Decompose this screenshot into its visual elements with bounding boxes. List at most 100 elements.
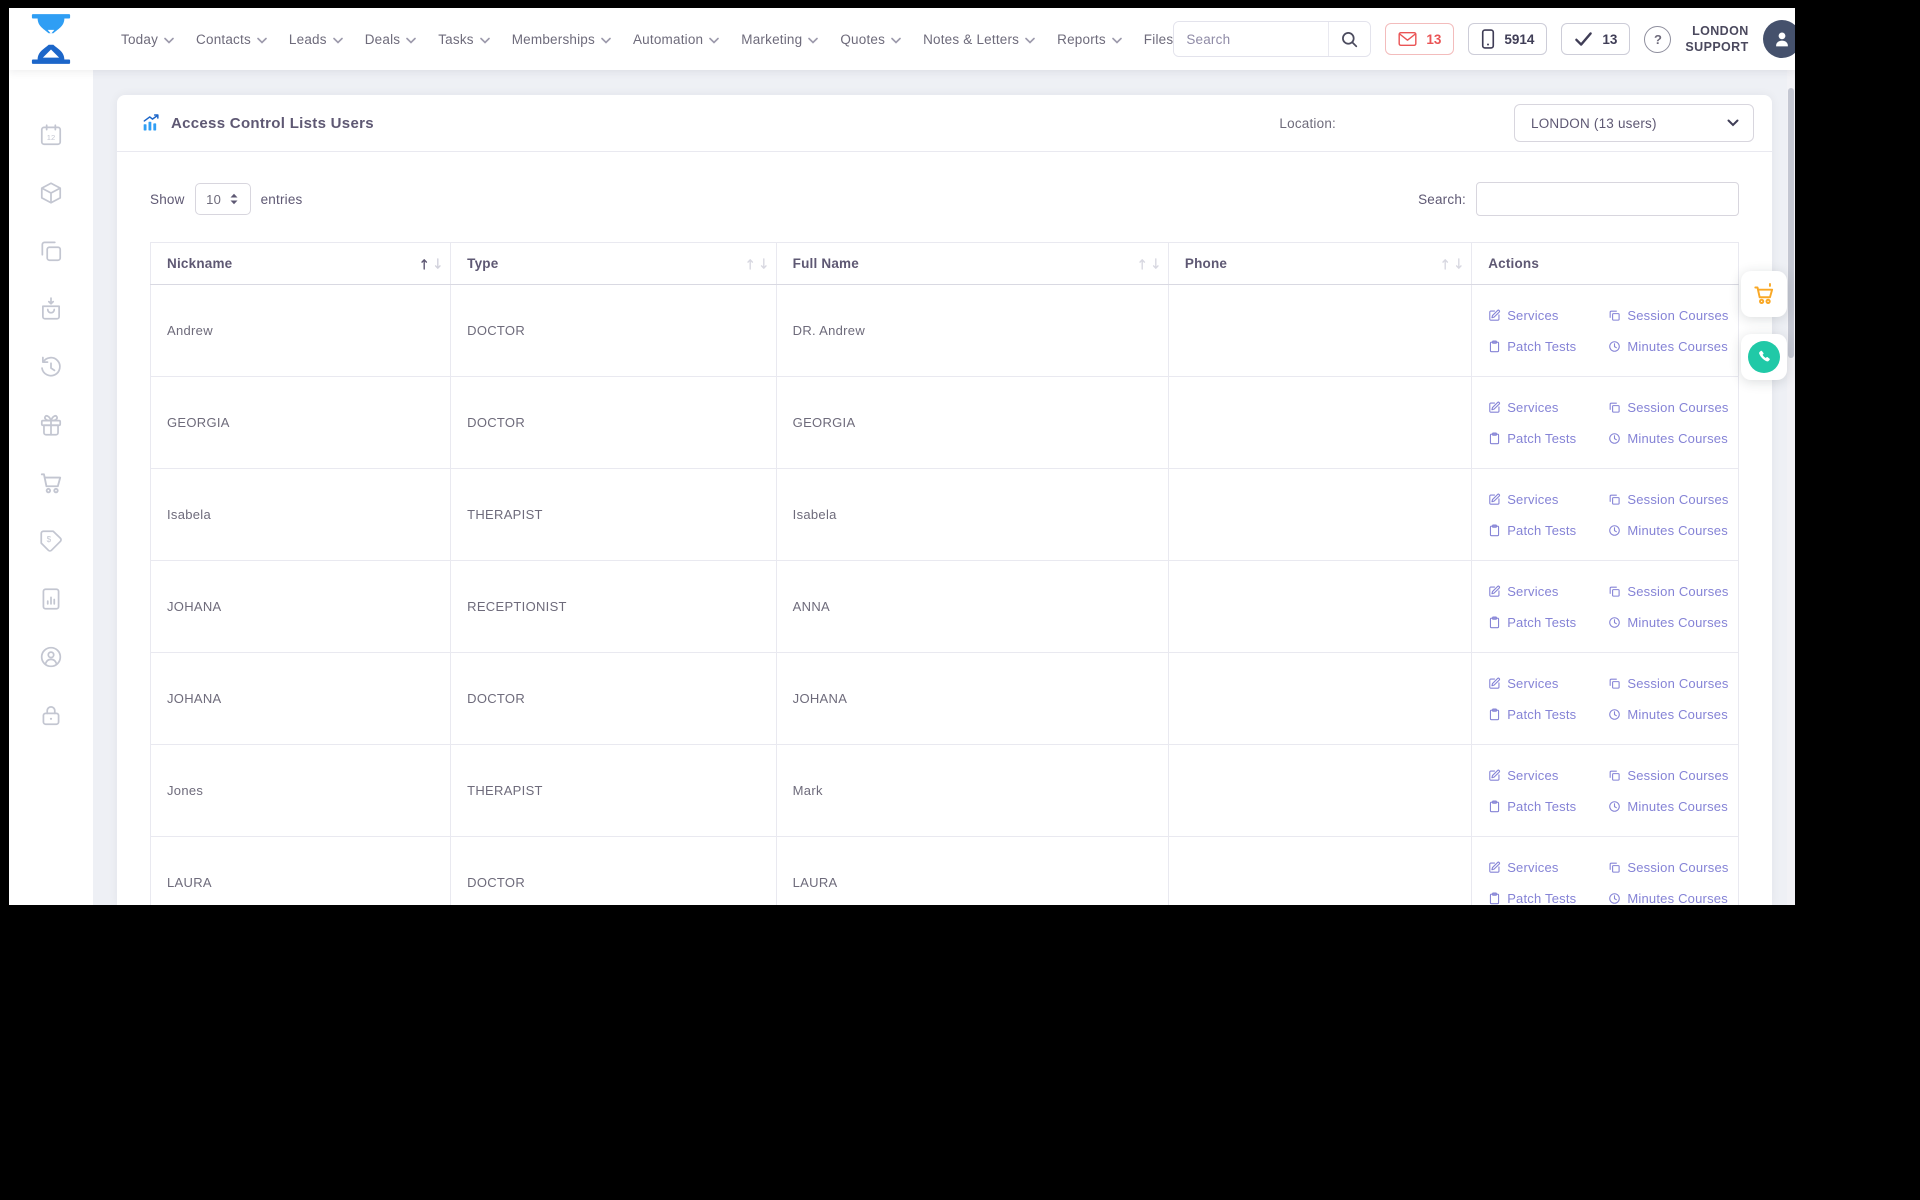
messages-badge[interactable]: 13 — [1385, 23, 1455, 55]
main-nav: Today Contacts Leads Deals Tasks Members… — [121, 32, 1173, 47]
scrollbar-thumb[interactable] — [1788, 88, 1794, 358]
svg-text:12: 12 — [47, 133, 55, 142]
user-avatar[interactable] — [1762, 20, 1795, 58]
services-link[interactable]: Services — [1488, 676, 1576, 691]
patch-tests-link[interactable]: Patch Tests — [1488, 431, 1576, 446]
sidebar-item-account[interactable] — [38, 644, 64, 670]
messages-count: 13 — [1426, 31, 1442, 47]
nav-marketing[interactable]: Marketing — [741, 32, 819, 47]
nav-reports[interactable]: Reports — [1057, 32, 1122, 47]
table-controls: Show 10 entries Search: — [117, 152, 1772, 242]
bag-arrow-icon — [42, 297, 60, 320]
column-header-type[interactable]: Type — [450, 242, 777, 285]
patch-tests-link[interactable]: Patch Tests — [1488, 339, 1576, 354]
minutes-courses-link[interactable]: Minutes Courses — [1608, 799, 1728, 814]
session-courses-link[interactable]: Session Courses — [1608, 492, 1728, 507]
tasks-count: 13 — [1602, 31, 1618, 47]
minutes-courses-link[interactable]: Minutes Courses — [1608, 615, 1728, 630]
services-link[interactable]: Services — [1488, 860, 1576, 875]
services-link[interactable]: Services — [1488, 768, 1576, 783]
minutes-courses-link[interactable]: Minutes Courses — [1608, 431, 1728, 446]
sidebar-item-calendar[interactable]: 12 — [38, 122, 64, 148]
whatsapp-icon — [1748, 341, 1780, 373]
session-courses-link[interactable]: Session Courses — [1608, 584, 1728, 599]
svg-text:$: $ — [47, 535, 52, 544]
page-size-select[interactable]: 10 — [194, 183, 251, 215]
chevron-down-icon — [709, 37, 720, 44]
show-label: Show — [150, 191, 185, 207]
nav-today[interactable]: Today — [121, 32, 174, 47]
nav-leads[interactable]: Leads — [289, 32, 343, 47]
patch-tests-link[interactable]: Patch Tests — [1488, 615, 1576, 630]
search-button[interactable] — [1328, 22, 1371, 56]
table-search-input[interactable] — [1476, 182, 1739, 216]
tasks-badge[interactable]: 13 — [1561, 23, 1631, 55]
nav-memberships[interactable]: Memberships — [512, 32, 611, 47]
sidebar-item-orders[interactable] — [38, 296, 64, 322]
app-logo[interactable] — [9, 14, 93, 64]
history-clock-icon — [41, 356, 61, 377]
minutes-courses-link[interactable]: Minutes Courses — [1608, 707, 1728, 722]
global-search-input[interactable] — [1174, 22, 1329, 56]
patch-tests-link[interactable]: Patch Tests — [1488, 523, 1576, 538]
session-courses-link[interactable]: Session Courses — [1608, 860, 1728, 875]
acl-users-card: Access Control Lists Users Location: LON… — [117, 95, 1772, 905]
sort-desc-icon — [1456, 257, 1462, 269]
sidebar-item-products[interactable] — [38, 180, 64, 206]
sidebar-item-duplicates[interactable] — [38, 238, 64, 264]
minutes-courses-link[interactable]: Minutes Courses — [1608, 891, 1728, 905]
location-select[interactable]: LONDON (13 users) — [1514, 104, 1754, 142]
column-header-actions: Actions — [1471, 242, 1739, 285]
session-courses-link[interactable]: Session Courses — [1608, 400, 1728, 415]
services-link[interactable]: Services — [1488, 492, 1576, 507]
minutes-courses-link[interactable]: Minutes Courses — [1608, 339, 1728, 354]
sidebar-item-pricing[interactable]: $ — [38, 528, 64, 554]
cell-type: DOCTOR — [450, 284, 777, 377]
cell-nickname: LAURA — [149, 836, 452, 905]
nav-notes-letters[interactable]: Notes & Letters — [923, 32, 1035, 47]
session-courses-link[interactable]: Session Courses — [1608, 308, 1728, 323]
calls-badge[interactable]: 5914 — [1468, 23, 1548, 55]
services-link[interactable]: Services — [1488, 584, 1576, 599]
services-link[interactable]: Services — [1488, 308, 1576, 323]
sidebar-item-cart[interactable] — [38, 470, 64, 496]
cell-actions: Services Session Courses Patch Tests Min… — [1471, 560, 1739, 653]
cell-fullname: JOHANA — [775, 652, 1169, 745]
vertical-scrollbar[interactable] — [1787, 70, 1795, 905]
calendar-icon: 12 — [40, 124, 62, 146]
patch-tests-link[interactable]: Patch Tests — [1488, 799, 1576, 814]
nav-files[interactable]: Files — [1144, 32, 1174, 47]
session-courses-link[interactable]: Session Courses — [1608, 676, 1728, 691]
hourglass-logo-icon — [31, 14, 71, 64]
nav-contacts[interactable]: Contacts — [196, 32, 267, 47]
pages-icon — [1609, 310, 1621, 321]
copy-icon — [41, 241, 62, 262]
cube-icon — [40, 182, 62, 204]
cart-icon — [40, 473, 62, 494]
patch-tests-link[interactable]: Patch Tests — [1488, 891, 1576, 905]
column-header-fullname[interactable]: Full Name — [775, 242, 1169, 285]
services-link[interactable]: Services — [1488, 400, 1576, 415]
session-courses-link[interactable]: Session Courses — [1608, 768, 1728, 783]
sidebar-item-history[interactable] — [38, 354, 64, 380]
minutes-courses-link[interactable]: Minutes Courses — [1608, 523, 1728, 538]
patch-tests-link[interactable]: Patch Tests — [1488, 707, 1576, 722]
sidebar-item-security[interactable] — [38, 702, 64, 728]
pages-icon — [1609, 770, 1621, 781]
sidebar-item-reports[interactable] — [38, 586, 64, 612]
whatsapp-float-button[interactable] — [1741, 334, 1787, 380]
cart-float-button[interactable] — [1741, 271, 1787, 317]
cell-fullname: GEORGIA — [775, 376, 1169, 469]
nav-deals[interactable]: Deals — [365, 32, 417, 47]
sort-icons — [1442, 257, 1462, 270]
nav-quotes[interactable]: Quotes — [840, 32, 901, 47]
pages-icon — [1609, 494, 1621, 505]
nav-automation[interactable]: Automation — [633, 32, 720, 47]
column-header-nickname[interactable]: Nickname — [149, 242, 452, 285]
chevron-down-icon — [808, 37, 819, 44]
column-header-phone[interactable]: Phone — [1167, 242, 1473, 285]
help-button[interactable]: ? — [1644, 25, 1672, 53]
nav-tasks[interactable]: Tasks — [438, 32, 490, 47]
account-circle-icon — [40, 646, 62, 668]
sidebar-item-gifts[interactable] — [38, 412, 64, 438]
